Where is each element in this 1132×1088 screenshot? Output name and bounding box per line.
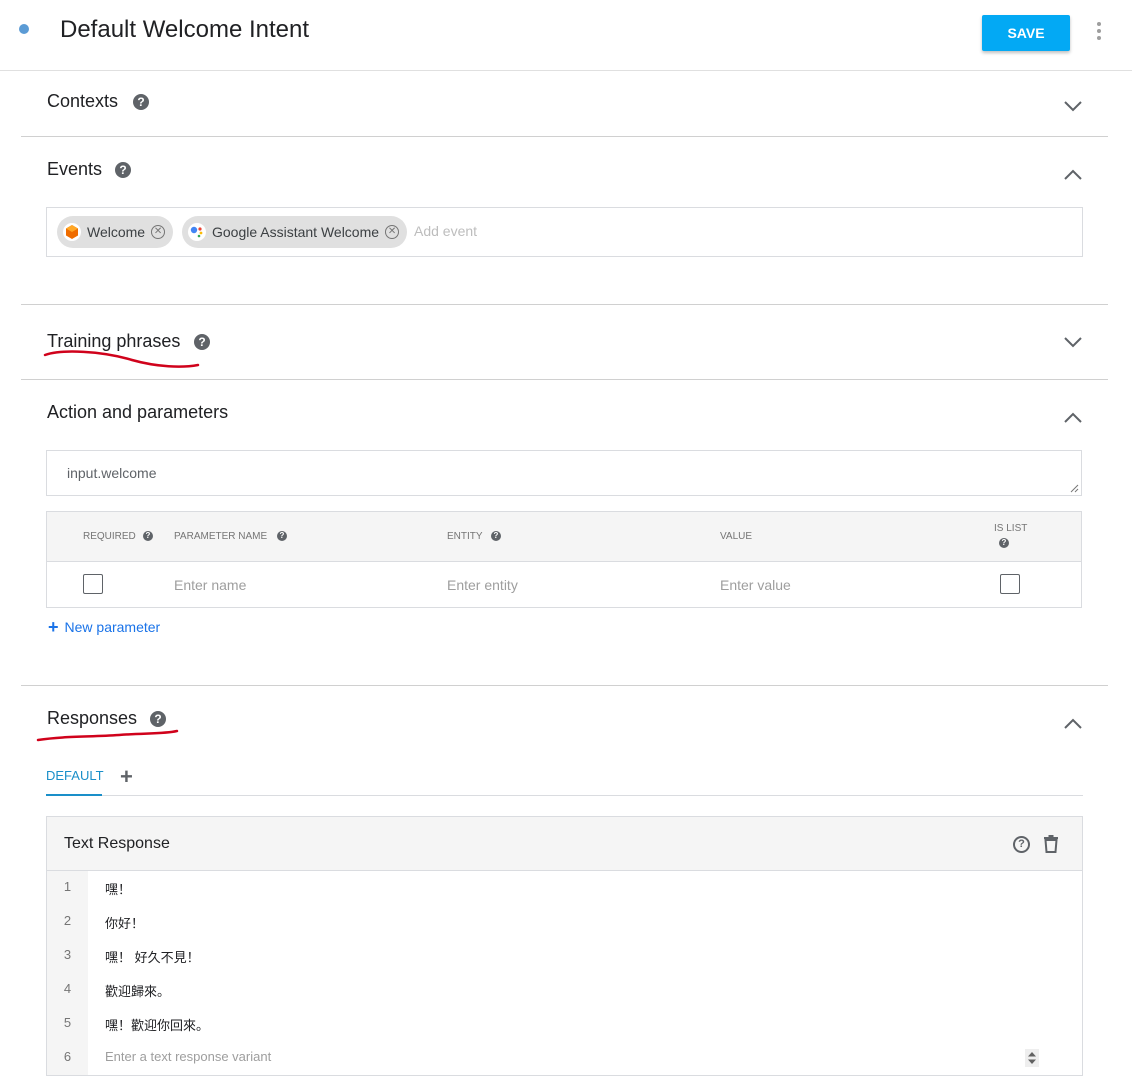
dialogflow-icon xyxy=(63,223,81,241)
contexts-expand-chevron-icon[interactable] xyxy=(1063,99,1083,113)
column-is-list: IS LIST xyxy=(994,523,1028,534)
events-input[interactable]: Welcome ✕ Google Assistant Welcome ✕ Add… xyxy=(46,207,1083,257)
resize-handle-icon[interactable] xyxy=(1070,484,1079,493)
trash-icon[interactable] xyxy=(1044,835,1058,853)
action-parameters-title[interactable]: Action and parameters xyxy=(47,402,228,423)
remove-chip-icon[interactable]: ✕ xyxy=(151,225,166,239)
intent-editor: Default Welcome Intent SAVE Contexts ? E… xyxy=(0,0,1132,1088)
line-number: 5 xyxy=(63,1015,72,1030)
events-help-icon[interactable]: ? xyxy=(115,162,131,178)
tab-default[interactable]: DEFAULT xyxy=(46,768,104,783)
line-number: 3 xyxy=(63,947,72,962)
section-divider xyxy=(21,685,1108,686)
contexts-title[interactable]: Contexts xyxy=(47,91,118,112)
column-value: VALUE xyxy=(720,531,753,542)
entity-input[interactable]: Enter entity xyxy=(447,577,518,593)
entity-help-icon[interactable]: ? xyxy=(491,531,501,541)
intent-title: Default Welcome Intent xyxy=(60,16,310,43)
plus-icon: + xyxy=(48,617,59,637)
response-line[interactable]: 嘿！ xyxy=(105,879,131,898)
event-chip-label: Welcome xyxy=(87,224,146,240)
action-name-input[interactable]: input.welcome xyxy=(46,450,1082,496)
new-parameter-label: New parameter xyxy=(64,619,161,635)
training-phrases-expand-chevron-icon[interactable] xyxy=(1063,335,1083,349)
action-collapse-chevron-icon[interactable] xyxy=(1063,411,1083,425)
parameters-table: REQUIRED ? PARAMETER NAME ? ENTITY ? VAL… xyxy=(46,511,1082,608)
is-list-help-icon[interactable]: ? xyxy=(999,538,1009,548)
help-circle-icon[interactable]: ? xyxy=(1013,836,1030,853)
response-line[interactable]: 嘿！ 好久不見！ xyxy=(105,947,200,966)
save-button[interactable]: SAVE xyxy=(982,15,1070,51)
google-assistant-icon xyxy=(188,223,206,241)
required-checkbox[interactable] xyxy=(83,574,103,594)
response-line[interactable]: 歡迎歸來。 xyxy=(105,981,170,1000)
line-number: 4 xyxy=(63,981,72,996)
line-number: 1 xyxy=(63,879,72,894)
line-number: 6 xyxy=(63,1049,72,1064)
spinner-arrows-icon[interactable] xyxy=(1025,1049,1039,1067)
red-underline-annotation xyxy=(36,729,179,742)
required-help-icon[interactable]: ? xyxy=(143,531,153,541)
column-parameter-name: PARAMETER NAME xyxy=(174,531,268,542)
value-input[interactable]: Enter value xyxy=(720,577,791,593)
red-underline-annotation xyxy=(43,350,200,368)
status-dot xyxy=(19,24,29,34)
section-divider xyxy=(21,136,1108,137)
is-list-checkbox[interactable] xyxy=(1000,574,1020,594)
intent-header: Default Welcome Intent SAVE xyxy=(0,0,1132,71)
events-title[interactable]: Events xyxy=(47,159,102,180)
more-options-icon[interactable] xyxy=(1090,20,1108,42)
tabs-divider xyxy=(46,795,1083,796)
parameter-name-input[interactable]: Enter name xyxy=(174,577,246,593)
parameter-name-help-icon[interactable]: ? xyxy=(277,531,287,541)
response-line[interactable]: 你好！ xyxy=(105,913,144,932)
response-line[interactable]: 嘿！歡迎你回來。 xyxy=(105,1015,209,1034)
event-chip-google-assistant-welcome[interactable]: Google Assistant Welcome ✕ xyxy=(182,216,408,248)
text-response-card: Text Response ? 1 嘿！ 2 你好！ 3 嘿！ 好久不見！ 4 … xyxy=(46,816,1083,1076)
active-tab-indicator xyxy=(46,794,102,796)
action-name-value: input.welcome xyxy=(67,465,157,481)
line-number: 2 xyxy=(63,913,72,928)
section-divider xyxy=(21,304,1108,305)
event-chip-welcome[interactable]: Welcome ✕ xyxy=(57,216,174,248)
line-number-gutter xyxy=(47,871,88,1075)
add-tab-icon[interactable]: + xyxy=(120,764,133,790)
events-collapse-chevron-icon[interactable] xyxy=(1063,168,1083,182)
column-required: REQUIRED xyxy=(83,531,136,542)
add-event-placeholder[interactable]: Add event xyxy=(414,223,477,239)
new-response-input[interactable]: Enter a text response variant xyxy=(105,1049,271,1064)
new-parameter-link[interactable]: + New parameter xyxy=(48,617,161,637)
column-entity: ENTITY xyxy=(447,531,483,542)
parameters-table-header: REQUIRED ? PARAMETER NAME ? ENTITY ? VAL… xyxy=(47,512,1081,562)
responses-collapse-chevron-icon[interactable] xyxy=(1063,717,1083,731)
event-chip-label: Google Assistant Welcome xyxy=(212,224,380,240)
text-response-title: Text Response xyxy=(64,835,170,852)
remove-chip-icon[interactable]: ✕ xyxy=(385,225,400,239)
section-divider xyxy=(21,379,1108,380)
contexts-help-icon[interactable]: ? xyxy=(133,94,149,110)
text-response-header: Text Response ? xyxy=(47,817,1082,871)
